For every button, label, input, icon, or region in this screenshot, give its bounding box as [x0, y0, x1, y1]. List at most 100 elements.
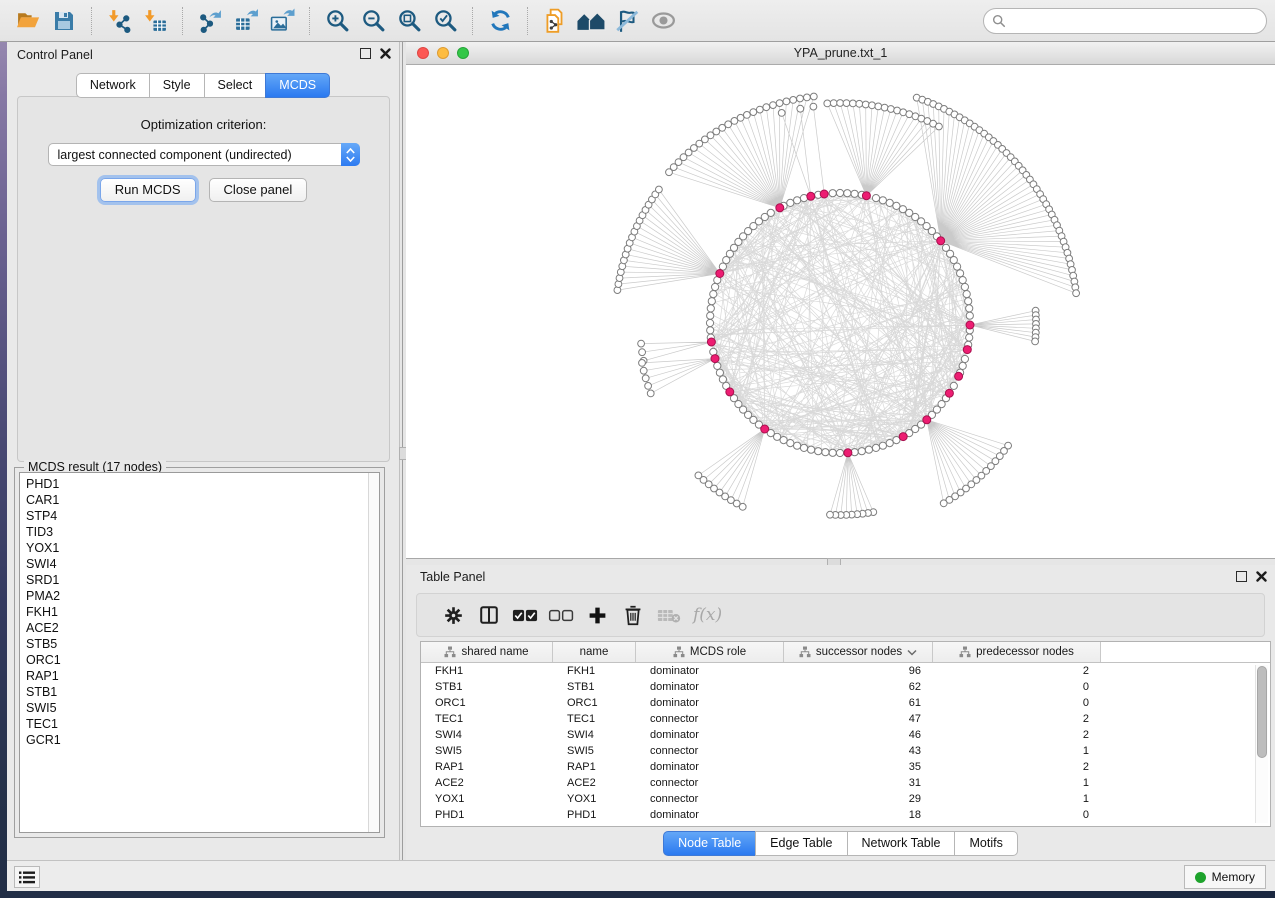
sort-down-icon	[907, 649, 917, 656]
show-graphics-details-button[interactable]	[645, 4, 681, 38]
mcds-result-item[interactable]: STB5	[26, 636, 379, 652]
mcds-result-item[interactable]: CAR1	[26, 492, 379, 508]
show-home-button[interactable]	[573, 4, 609, 38]
column-header[interactable]: successor nodes	[784, 642, 933, 662]
import-table-button[interactable]	[137, 4, 173, 38]
tab-style[interactable]: Style	[149, 73, 204, 98]
table-row[interactable]: ORC1ORC1dominator610	[421, 695, 1270, 711]
mcds-result-item[interactable]: SWI4	[26, 556, 379, 572]
network-node	[750, 109, 757, 116]
criterion-select[interactable]: largest connected component (undirected)	[48, 143, 360, 166]
unselect-all-rows-button[interactable]	[543, 598, 579, 632]
tab-mcds[interactable]: MCDS	[265, 73, 330, 98]
tab-network-table[interactable]: Network Table	[847, 831, 955, 856]
mcds-result-item[interactable]: STB1	[26, 684, 379, 700]
open-file-button[interactable]	[10, 4, 46, 38]
table-cell: 96	[784, 663, 933, 679]
select-all-rows-button[interactable]	[507, 598, 543, 632]
select-all-icon	[512, 608, 538, 623]
table-row[interactable]: PHD1PHD1dominator180	[421, 807, 1270, 823]
hide-annotations-button[interactable]	[609, 4, 645, 38]
network-node	[836, 189, 843, 196]
mcds-result-item[interactable]: RAP1	[26, 668, 379, 684]
export-table-button[interactable]	[228, 4, 264, 38]
window-minimize-light[interactable]	[437, 47, 449, 59]
table-cell: 61	[784, 695, 933, 711]
table-settings-button[interactable]	[435, 598, 471, 632]
table-row[interactable]: RAP1RAP1dominator352	[421, 759, 1270, 775]
column-header[interactable]: shared name	[421, 642, 553, 662]
mcds-result-item[interactable]: YOX1	[26, 540, 379, 556]
close-mcds-panel-button[interactable]: Close panel	[209, 178, 308, 202]
export-network-button[interactable]	[192, 4, 228, 38]
search-input[interactable]	[1006, 11, 1266, 31]
column-header[interactable]: predecessor nodes	[933, 642, 1101, 662]
add-row-button[interactable]	[579, 598, 615, 632]
show-columns-button[interactable]	[471, 598, 507, 632]
import-table-icon	[143, 8, 168, 33]
table-scrollbar-thumb[interactable]	[1257, 666, 1267, 758]
table-cell: ORC1	[421, 695, 553, 711]
zoom-in-button[interactable]	[319, 4, 355, 38]
optimization-criterion-label: Optimization criterion:	[18, 117, 389, 132]
close-table-panel-button[interactable]	[1256, 571, 1267, 582]
close-panel-button[interactable]	[380, 48, 391, 59]
mcds-result-item[interactable]: PHD1	[26, 476, 379, 492]
network-node	[966, 334, 973, 341]
table-row[interactable]: SWI5SWI5connector431	[421, 743, 1270, 759]
mcds-result-item[interactable]: SWI5	[26, 700, 379, 716]
table-cell: 1	[933, 775, 1101, 791]
table-row[interactable]: YOX1YOX1connector291	[421, 791, 1270, 807]
mcds-result-list[interactable]: PHD1CAR1STP4TID3YOX1SWI4SRD1PMA2FKH1ACE2…	[19, 472, 380, 833]
column-header[interactable]: MCDS role	[636, 642, 784, 662]
task-list-icon	[19, 871, 35, 884]
mcds-result-item[interactable]: FKH1	[26, 604, 379, 620]
network-node	[965, 298, 972, 305]
mcds-result-item[interactable]: TEC1	[26, 716, 379, 732]
run-mcds-button[interactable]: Run MCDS	[100, 178, 196, 202]
tab-motifs[interactable]: Motifs	[954, 831, 1017, 856]
import-network-button[interactable]	[101, 4, 137, 38]
float-table-panel-button[interactable]	[1236, 571, 1247, 582]
network-node	[767, 209, 774, 216]
mcds-result-item[interactable]: TID3	[26, 524, 379, 540]
mcds-result-item[interactable]: GCR1	[26, 732, 379, 748]
clone-network-button[interactable]	[537, 4, 573, 38]
tab-network[interactable]: Network	[76, 73, 149, 98]
mcds-list-scrollbar[interactable]	[368, 473, 379, 832]
table-row[interactable]: FKH1FKH1dominator962	[421, 663, 1270, 679]
mcds-result-item[interactable]: SRD1	[26, 572, 379, 588]
table-row[interactable]: ACE2ACE2connector311	[421, 775, 1270, 791]
network-node	[961, 355, 968, 362]
network-window-titlebar[interactable]: YPA_prune.txt_1	[406, 42, 1275, 65]
float-panel-button[interactable]	[360, 48, 371, 59]
save-session-button[interactable]	[46, 4, 82, 38]
column-header[interactable]: name	[553, 642, 636, 662]
tab-node-table[interactable]: Node Table	[663, 831, 755, 856]
network-canvas[interactable]	[406, 65, 1275, 558]
table-scrollbar[interactable]	[1255, 665, 1268, 823]
window-close-light[interactable]	[417, 47, 429, 59]
memory-button[interactable]: Memory	[1184, 865, 1266, 889]
window-zoom-light[interactable]	[457, 47, 469, 59]
tab-select[interactable]: Select	[204, 73, 266, 98]
network-node	[810, 103, 817, 110]
export-image-button[interactable]	[264, 4, 300, 38]
fit-content-button[interactable]	[391, 4, 427, 38]
network-node	[707, 305, 714, 312]
show-task-history-button[interactable]	[14, 866, 40, 888]
table-row[interactable]: SWI4SWI4dominator462	[421, 727, 1270, 743]
search-box[interactable]	[983, 8, 1267, 34]
network-node	[869, 102, 876, 109]
zoom-out-button[interactable]	[355, 4, 391, 38]
delete-rows-button[interactable]	[615, 598, 651, 632]
zoom-selected-button[interactable]	[427, 4, 463, 38]
mcds-result-item[interactable]: PMA2	[26, 588, 379, 604]
tab-edge-table[interactable]: Edge Table	[755, 831, 846, 856]
mcds-result-item[interactable]: ORC1	[26, 652, 379, 668]
mcds-result-item[interactable]: ACE2	[26, 620, 379, 636]
table-row[interactable]: STB1STB1dominator620	[421, 679, 1270, 695]
mcds-result-item[interactable]: STP4	[26, 508, 379, 524]
table-row[interactable]: TEC1TEC1connector472	[421, 711, 1270, 727]
refresh-view-button[interactable]	[482, 4, 518, 38]
